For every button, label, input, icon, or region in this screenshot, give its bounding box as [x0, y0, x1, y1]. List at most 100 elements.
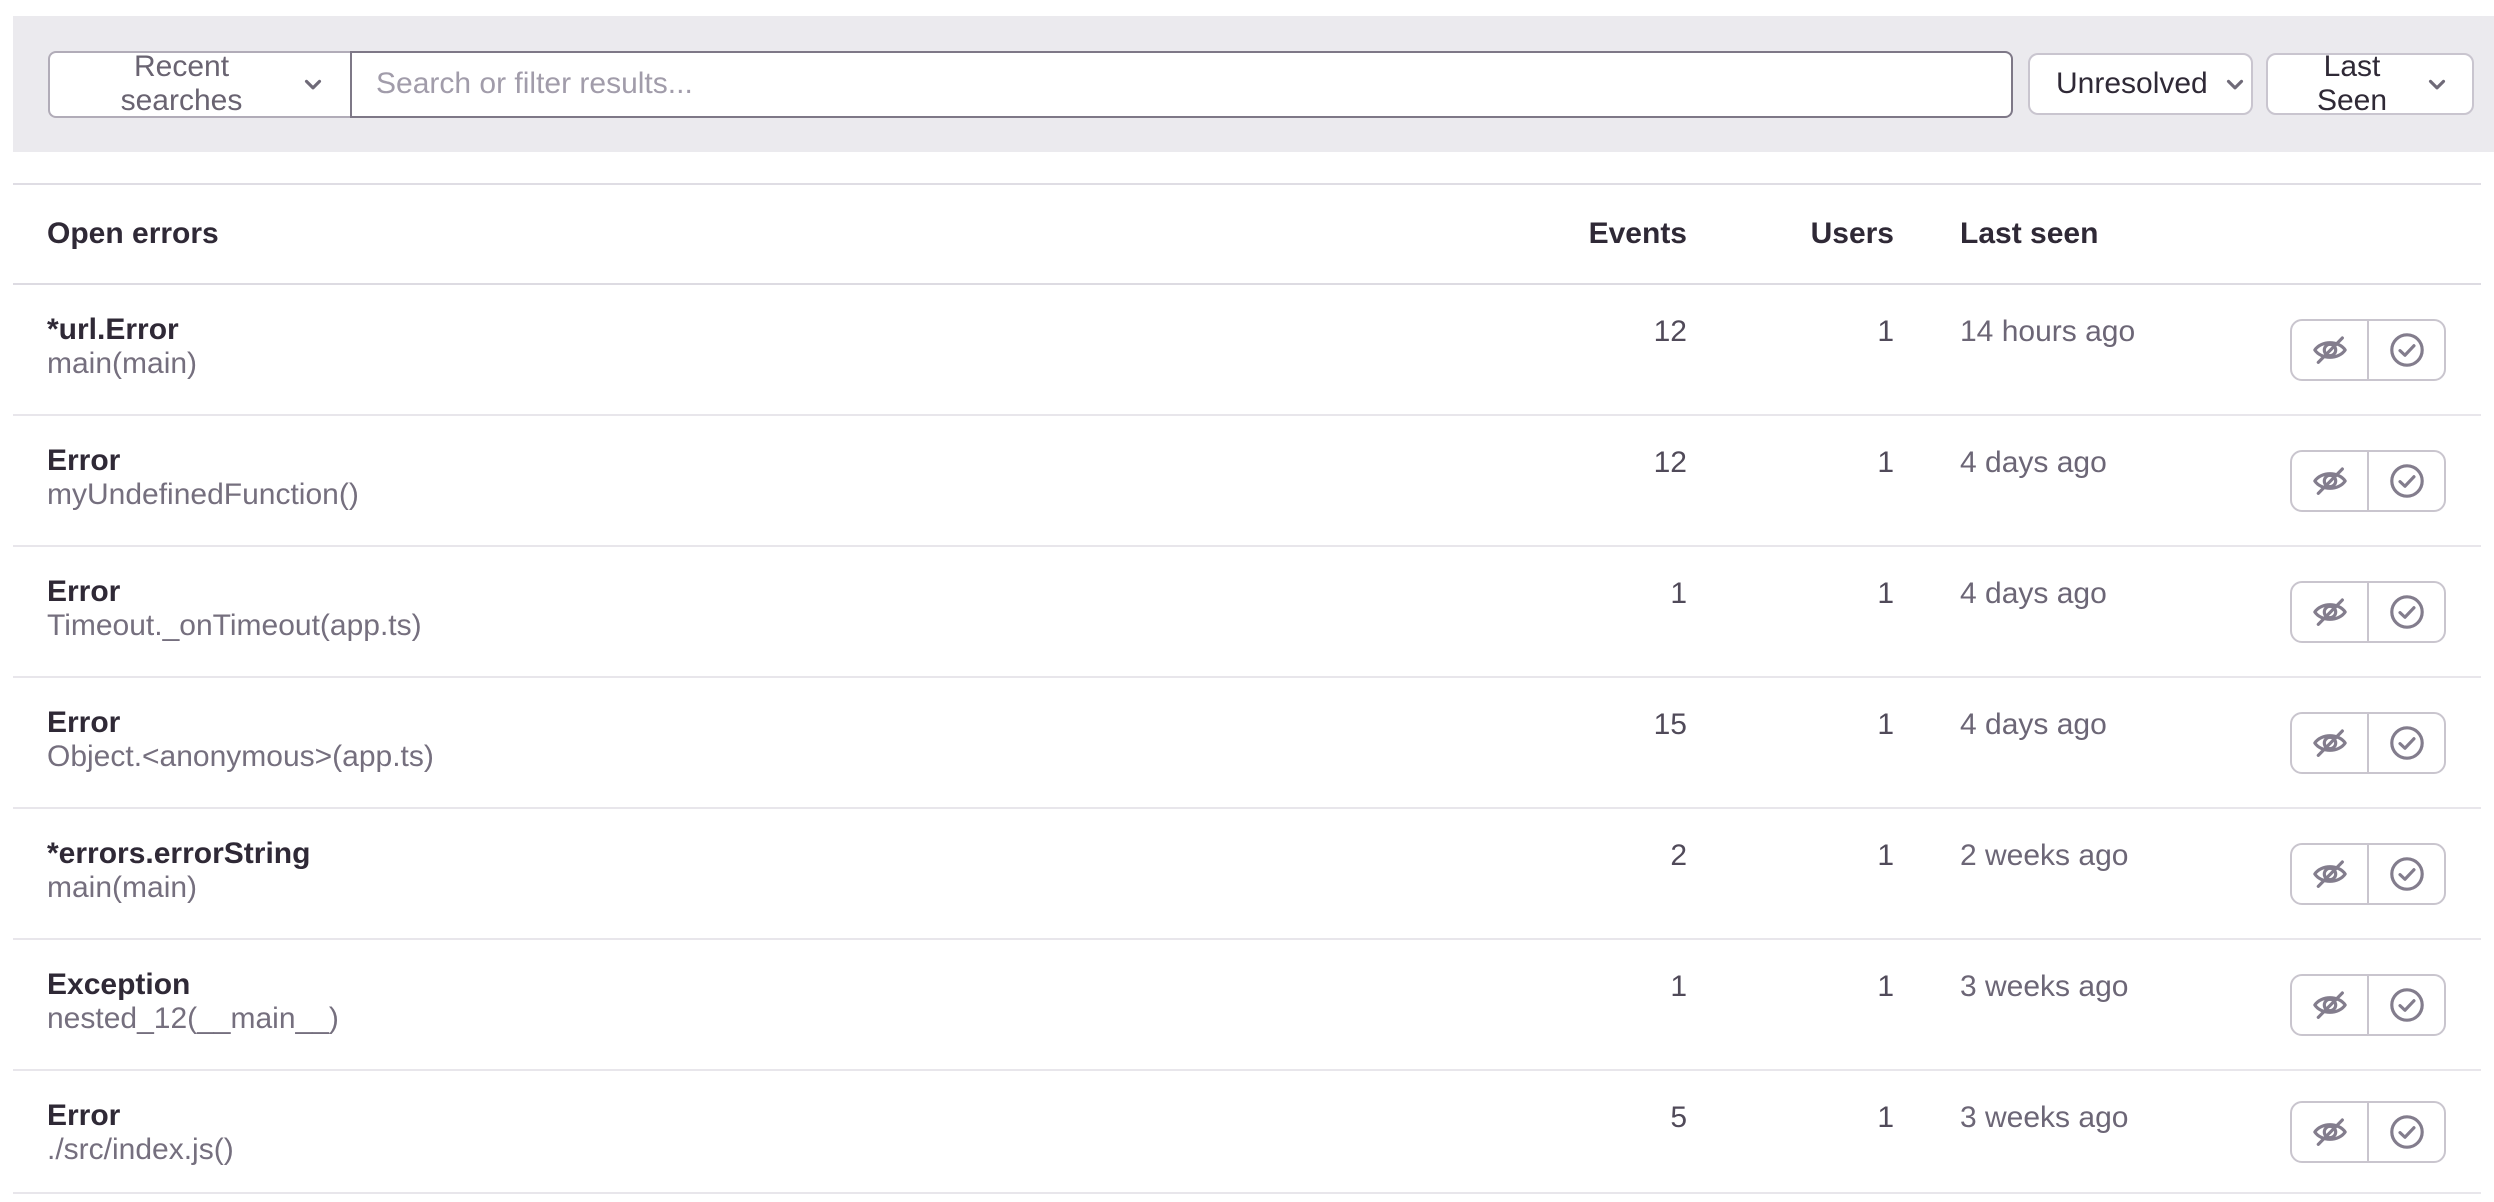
open-errors-panel: Open errors Events Users Last seen *url.… [13, 183, 2481, 1194]
check-circle-icon [2388, 462, 2426, 500]
resolve-button[interactable] [2367, 583, 2444, 641]
error-name-cell: Exception nested_12(__main__) [47, 940, 1507, 1036]
resolve-button[interactable] [2367, 321, 2444, 379]
error-culprit: Timeout._onTimeout(app.ts) [47, 609, 1507, 643]
search-bar-group: Recent searches [48, 51, 2013, 118]
chevron-down-icon [2222, 71, 2248, 97]
column-header-last-seen: Last seen [1894, 217, 2290, 251]
check-circle-icon [2388, 986, 2426, 1024]
check-circle-icon [2388, 724, 2426, 762]
resolve-button[interactable] [2367, 845, 2444, 903]
eye-slash-icon [2311, 855, 2349, 893]
table-row: Error ./src/index.js() 5 1 3 weeks ago [13, 1071, 2481, 1194]
error-title-link[interactable]: Error [47, 1099, 120, 1133]
users-count: 1 [1687, 809, 1894, 873]
error-name-cell: Error ./src/index.js() [47, 1071, 1507, 1167]
error-name-cell: Error Timeout._onTimeout(app.ts) [47, 547, 1507, 643]
table-row: Error Timeout._onTimeout(app.ts) 1 1 4 d… [13, 547, 2481, 678]
eye-slash-icon [2311, 724, 2349, 762]
users-count: 1 [1687, 416, 1894, 480]
row-action-group [2290, 1101, 2446, 1163]
status-filter-label: Unresolved [2056, 67, 2208, 101]
eye-slash-icon [2311, 1113, 2349, 1151]
events-count: 15 [1507, 678, 1687, 742]
sort-filter-label: Last Seen [2294, 50, 2410, 118]
eye-slash-icon [2311, 593, 2349, 631]
ignore-button[interactable] [2292, 452, 2367, 510]
eye-slash-icon [2311, 462, 2349, 500]
ignore-button[interactable] [2292, 976, 2367, 1034]
chevron-down-icon [300, 71, 326, 97]
last-seen-value: 4 days ago [1894, 547, 2290, 611]
table-row: Error Object.<anonymous>(app.ts) 15 1 4 … [13, 678, 2481, 809]
last-seen-value: 2 weeks ago [1894, 809, 2290, 873]
ignore-button[interactable] [2292, 714, 2367, 772]
users-count: 1 [1687, 940, 1894, 1004]
error-name-cell: *errors.errorString main(main) [47, 809, 1507, 905]
sort-filter-dropdown[interactable]: Last Seen [2266, 53, 2474, 115]
chevron-down-icon [2424, 71, 2450, 97]
row-action-group [2290, 450, 2446, 512]
check-circle-icon [2388, 855, 2426, 893]
row-action-group [2290, 712, 2446, 774]
check-circle-icon [2388, 1113, 2426, 1151]
resolve-button[interactable] [2367, 714, 2444, 772]
check-circle-icon [2388, 593, 2426, 631]
error-name-cell: Error Object.<anonymous>(app.ts) [47, 678, 1507, 774]
last-seen-value: 3 weeks ago [1894, 940, 2290, 1004]
events-count: 12 [1507, 285, 1687, 349]
row-action-group [2290, 974, 2446, 1036]
last-seen-value: 3 weeks ago [1894, 1071, 2290, 1135]
users-count: 1 [1687, 678, 1894, 742]
check-circle-icon [2388, 331, 2426, 369]
row-actions [2290, 547, 2446, 676]
row-actions [2290, 678, 2446, 807]
row-action-group [2290, 319, 2446, 381]
events-count: 2 [1507, 809, 1687, 873]
column-header-users: Users [1687, 217, 1894, 251]
ignore-button[interactable] [2292, 321, 2367, 379]
ignore-button[interactable] [2292, 845, 2367, 903]
recent-searches-dropdown[interactable]: Recent searches [48, 51, 350, 118]
error-title-link[interactable]: Error [47, 706, 120, 740]
row-actions [2290, 809, 2446, 938]
resolve-button[interactable] [2367, 1103, 2444, 1161]
ignore-button[interactable] [2292, 583, 2367, 641]
error-title-link[interactable]: *errors.errorString [47, 837, 310, 871]
error-name-cell: *url.Error main(main) [47, 285, 1507, 381]
filter-bar: Recent searches Unresolved Last Seen [13, 16, 2494, 152]
last-seen-value: 4 days ago [1894, 678, 2290, 742]
resolve-button[interactable] [2367, 452, 2444, 510]
table-header-row: Open errors Events Users Last seen [13, 185, 2481, 285]
users-count: 1 [1687, 547, 1894, 611]
status-filter-dropdown[interactable]: Unresolved [2028, 53, 2253, 115]
table-row: *url.Error main(main) 12 1 14 hours ago [13, 285, 2481, 416]
error-title-link[interactable]: Exception [47, 968, 190, 1002]
search-input[interactable] [350, 51, 2013, 118]
eye-slash-icon [2311, 331, 2349, 369]
table-title: Open errors [47, 217, 1507, 251]
table-row: *errors.errorString main(main) 2 1 2 wee… [13, 809, 2481, 940]
users-count: 1 [1687, 1071, 1894, 1135]
events-count: 5 [1507, 1071, 1687, 1135]
table-row: Exception nested_12(__main__) 1 1 3 week… [13, 940, 2481, 1071]
error-title-link[interactable]: Error [47, 444, 120, 478]
events-count: 1 [1507, 940, 1687, 1004]
events-count: 1 [1507, 547, 1687, 611]
table-row: Error myUndefinedFunction() 12 1 4 days … [13, 416, 2481, 547]
error-culprit: main(main) [47, 347, 1507, 381]
last-seen-value: 4 days ago [1894, 416, 2290, 480]
row-actions [2290, 416, 2446, 545]
ignore-button[interactable] [2292, 1103, 2367, 1161]
eye-slash-icon [2311, 986, 2349, 1024]
error-title-link[interactable]: Error [47, 575, 120, 609]
row-actions [2290, 940, 2446, 1069]
last-seen-value: 14 hours ago [1894, 285, 2290, 349]
column-header-events: Events [1507, 217, 1687, 251]
recent-searches-label: Recent searches [77, 50, 286, 118]
error-title-link[interactable]: *url.Error [47, 313, 179, 347]
resolve-button[interactable] [2367, 976, 2444, 1034]
error-culprit: myUndefinedFunction() [47, 478, 1507, 512]
row-action-group [2290, 843, 2446, 905]
error-name-cell: Error myUndefinedFunction() [47, 416, 1507, 512]
